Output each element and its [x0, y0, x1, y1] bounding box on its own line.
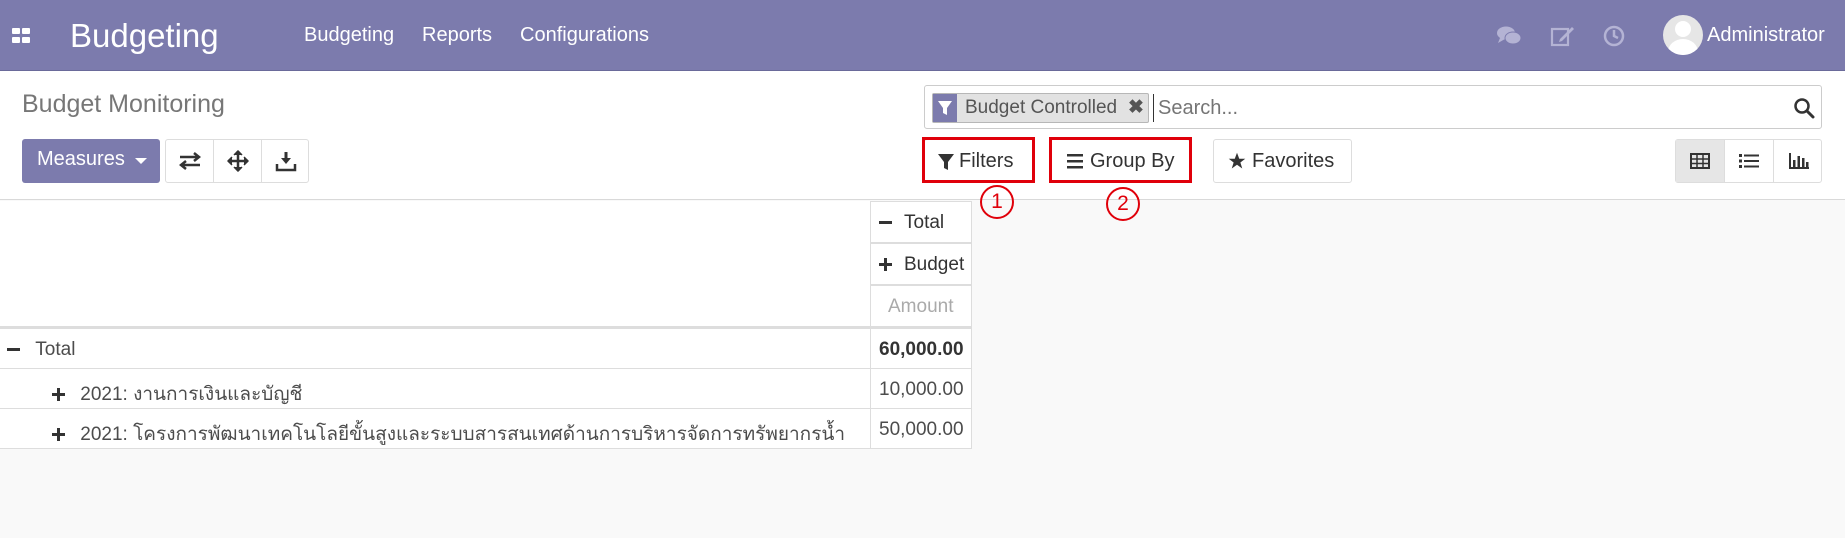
search-facet: Budget Controlled ✖: [932, 93, 1149, 123]
top-navbar: Budgeting Budgeting Reports Configuratio…: [0, 0, 1845, 71]
flip-axis-icon: [178, 152, 201, 170]
search-box[interactable]: Budget Controlled ✖: [924, 85, 1822, 129]
expand-icon: [52, 388, 65, 402]
menu-reports[interactable]: Reports: [422, 24, 492, 47]
table-row: 2021: โครงการพัฒนาเทคโนโลยีขั้นสูงและระบ…: [0, 409, 972, 449]
row-header[interactable]: 2021: งานการเงินและบัญชี: [52, 379, 867, 409]
facet-label: Budget Controlled: [965, 97, 1118, 118]
flip-axis-button[interactable]: [166, 140, 214, 182]
list-view-button[interactable]: [1725, 140, 1774, 182]
clock-icon[interactable]: [1602, 24, 1628, 48]
measures-button[interactable]: Measures: [22, 139, 160, 183]
pivot-view-button[interactable]: [1676, 140, 1725, 182]
app-title: Budgeting: [70, 17, 219, 54]
expand-icon: [52, 428, 65, 442]
pivot-view-icon: [1690, 153, 1710, 169]
cell-value[interactable]: 10,000.00: [879, 379, 964, 401]
cell-value[interactable]: 50,000.00: [879, 419, 964, 441]
filter-icon: [938, 154, 954, 170]
table-row: 2021: งานการเงินและบัญชี 10,000.00: [0, 369, 972, 409]
col-header-total[interactable]: Total: [870, 201, 972, 243]
table-row-total: Total 60,000.00: [0, 329, 972, 369]
graph-view-icon: [1788, 153, 1809, 169]
measure-header-label: Amount: [888, 296, 954, 317]
download-button[interactable]: [262, 140, 310, 182]
search-icon[interactable]: [1793, 97, 1815, 119]
apps-icon[interactable]: [12, 28, 32, 44]
group-by-button[interactable]: Group By: [1050, 139, 1190, 183]
row-header-label: 2021: งานการเงินและบัญชี: [80, 384, 303, 405]
pivot-actions: [165, 139, 309, 183]
filter-icon: [933, 94, 957, 122]
row-header-label: 2021: โครงการพัฒนาเทคโนโลยีขั้นสูงและระบ…: [80, 424, 846, 445]
star-icon: [1228, 152, 1246, 169]
expand-all-icon: [226, 150, 249, 172]
favorites-label: Favorites: [1252, 150, 1335, 172]
search-input[interactable]: [1153, 94, 1753, 122]
expand-icon: [879, 258, 892, 271]
step-number-2: 2: [1106, 187, 1140, 221]
pivot-corner: [0, 201, 870, 327]
row-header-total-label: Total: [35, 339, 76, 360]
measure-header[interactable]: Amount: [870, 285, 972, 327]
favorites-button[interactable]: Favorites: [1213, 139, 1352, 183]
col-header-group-label: Budget: [904, 254, 965, 275]
view-switcher: [1675, 139, 1822, 183]
group-by-label: Group By: [1090, 150, 1175, 172]
step-number-1: 1: [980, 185, 1014, 219]
total-value[interactable]: 60,000.00: [879, 339, 964, 361]
filters-label: Filters: [959, 150, 1014, 172]
filters-button[interactable]: Filters: [924, 139, 1034, 183]
control-panel: Budget Monitoring Budget Controlled ✖ Me…: [0, 71, 1845, 221]
col-header-total-label: Total: [904, 212, 945, 233]
menu-budgeting[interactable]: Budgeting: [304, 24, 394, 47]
row-header-total[interactable]: Total: [7, 339, 75, 361]
page-title: Budget Monitoring: [22, 90, 225, 118]
caret-down-icon: [135, 158, 147, 164]
collapse-icon: [7, 348, 20, 352]
edit-icon[interactable]: [1550, 24, 1576, 48]
menu-configurations[interactable]: Configurations: [520, 24, 649, 47]
avatar[interactable]: [1663, 15, 1703, 55]
expand-all-button[interactable]: [214, 140, 262, 182]
graph-view-button[interactable]: [1774, 140, 1823, 182]
user-name[interactable]: Administrator: [1707, 24, 1825, 47]
download-icon: [275, 152, 297, 172]
chat-icon[interactable]: [1496, 24, 1522, 48]
list-view-icon: [1739, 154, 1759, 168]
facet-remove-icon[interactable]: ✖: [1128, 96, 1144, 119]
measures-label: Measures: [37, 148, 125, 170]
row-header[interactable]: 2021: โครงการพัฒนาเทคโนโลยีขั้นสูงและระบ…: [52, 419, 867, 449]
col-header-group[interactable]: Budget: [870, 243, 972, 285]
bars-icon: [1067, 154, 1083, 169]
collapse-icon: [879, 221, 892, 224]
